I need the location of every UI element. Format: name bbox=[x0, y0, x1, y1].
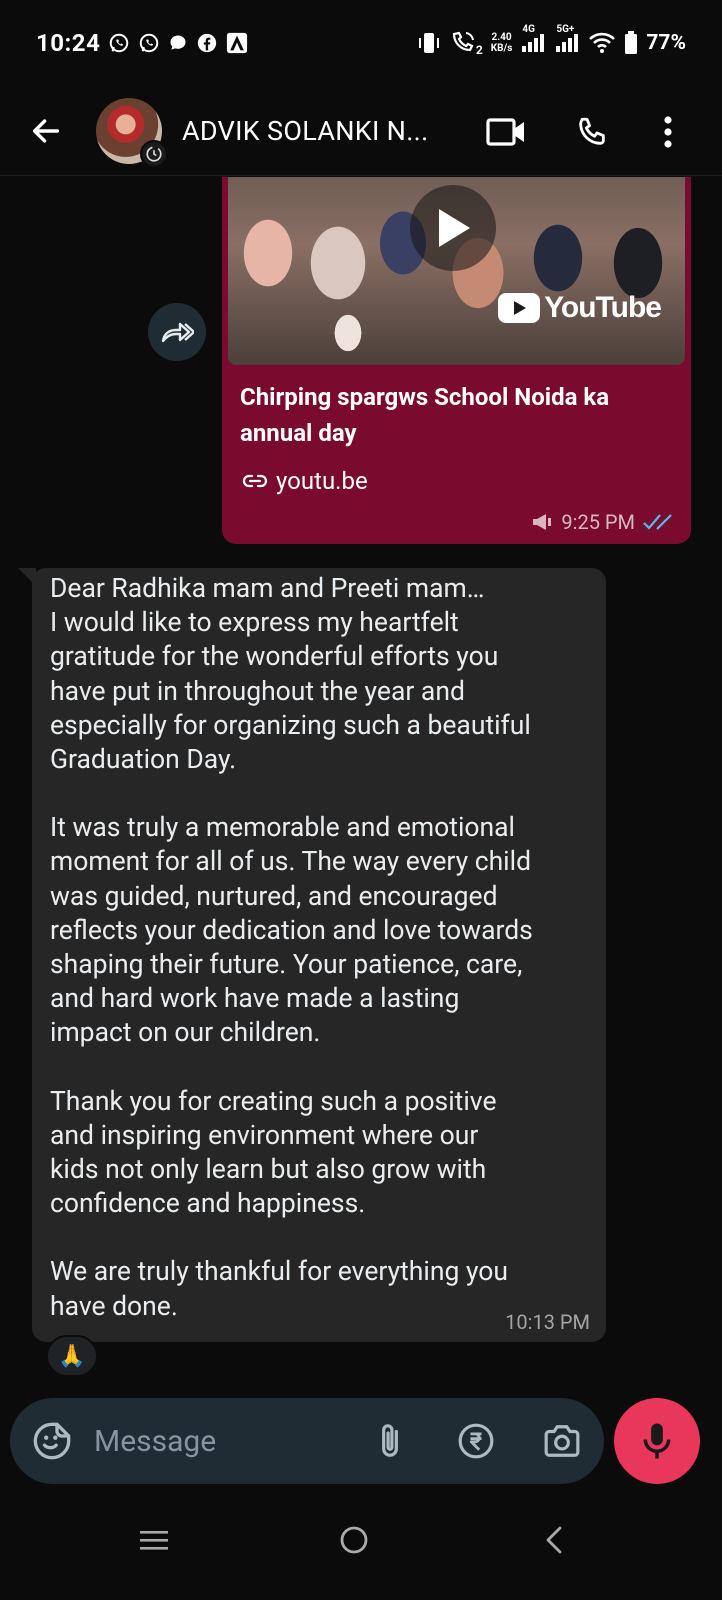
call-sim-number: 2 bbox=[475, 43, 483, 57]
signal-sim1-icon: 4G bbox=[520, 24, 546, 54]
status-left: 10:24 bbox=[36, 29, 248, 57]
disappearing-messages-badge-icon bbox=[140, 139, 168, 168]
whatsapp-notification-icon bbox=[108, 32, 130, 54]
read-receipt-double-check-icon bbox=[643, 514, 672, 530]
voice-call-button[interactable] bbox=[564, 104, 620, 160]
chat-header: ADVIK SOLANKI N... bbox=[0, 86, 722, 176]
outgoing-message-time: 9:25 PM bbox=[561, 510, 635, 534]
recents-menu-icon bbox=[140, 1531, 168, 1550]
back-arrow-icon bbox=[32, 118, 60, 143]
more-options-button[interactable] bbox=[640, 104, 696, 160]
incoming-message-time: 10:13 PM bbox=[505, 1310, 590, 1334]
app-a-notification-icon bbox=[226, 32, 248, 54]
youtube-wordmark: YouTube bbox=[544, 291, 662, 324]
folded-hands-emoji: 🙏 bbox=[58, 1343, 86, 1369]
battery-icon bbox=[624, 31, 638, 55]
chat-bubble-notification-icon bbox=[168, 33, 188, 53]
payment-button[interactable] bbox=[454, 1419, 498, 1463]
wifi-calling-icon: 2 bbox=[450, 29, 483, 57]
incoming-message-bubble[interactable]: Dear Radhika mam and Preeti mam… I would… bbox=[32, 568, 606, 1342]
sim2-network-label: 5G+ bbox=[556, 24, 575, 35]
attach-icon bbox=[382, 1424, 398, 1457]
contact-name[interactable]: ADVIK SOLANKI N... bbox=[182, 115, 472, 147]
home-circle-icon bbox=[340, 1526, 368, 1554]
network-speed-unit: KB/s bbox=[490, 43, 513, 54]
back-chevron-icon bbox=[546, 1526, 562, 1554]
message-paragraph-2: It was truly a memorable and emotional m… bbox=[50, 812, 533, 1049]
signal-sim2-icon: 5G+ bbox=[554, 24, 580, 54]
youtube-video-thumbnail[interactable]: YouTube bbox=[228, 177, 685, 365]
youtube-logo: YouTube bbox=[498, 291, 662, 325]
status-bar: 10:24 2 2.40 KB/s 4G 5G+ 77% bbox=[0, 0, 722, 86]
system-navigation-bar bbox=[0, 1490, 722, 1600]
network-speed: 2.40 KB/s bbox=[491, 32, 513, 54]
message-paragraph-1: Dear Radhika mam and Preeti mam… I would… bbox=[50, 573, 531, 776]
system-back-button[interactable] bbox=[524, 1510, 584, 1570]
camera-icon bbox=[544, 1425, 580, 1457]
home-button[interactable] bbox=[324, 1510, 384, 1570]
broadcast-megaphone-icon bbox=[533, 514, 552, 530]
link-icon bbox=[242, 474, 268, 488]
contact-avatar[interactable] bbox=[96, 97, 168, 168]
forward-share-icon bbox=[161, 322, 194, 343]
battery-percentage: 77% bbox=[646, 31, 686, 55]
link-preview-title[interactable]: Chirping spargws School Noida ka annual … bbox=[240, 379, 673, 451]
video-call-icon bbox=[486, 118, 524, 146]
forward-button[interactable] bbox=[148, 303, 206, 361]
youtube-play-box-icon bbox=[498, 293, 541, 323]
video-call-button[interactable] bbox=[478, 104, 534, 160]
rupee-payment-icon bbox=[458, 1423, 494, 1459]
microphone-icon bbox=[643, 1423, 671, 1459]
message-reaction[interactable]: 🙏 bbox=[46, 1335, 98, 1377]
camera-button[interactable] bbox=[540, 1419, 584, 1463]
message-input[interactable] bbox=[94, 1418, 354, 1464]
wifi-icon bbox=[588, 32, 616, 54]
play-button[interactable] bbox=[410, 185, 496, 271]
message-paragraph-3: Thank you for creating such a positive a… bbox=[50, 1085, 497, 1220]
message-list[interactable]: YouTube Chirping spargws School Noida ka… bbox=[0, 177, 722, 1399]
outgoing-message-bubble[interactable]: YouTube Chirping spargws School Noida ka… bbox=[222, 177, 691, 544]
voice-message-button[interactable] bbox=[614, 1398, 700, 1484]
outgoing-message-meta: 9:25 PM bbox=[531, 510, 673, 534]
sim1-network-label: 4G bbox=[522, 24, 535, 35]
vibrate-icon bbox=[416, 31, 442, 55]
link-preview-url[interactable]: youtu.be bbox=[242, 467, 673, 495]
play-icon bbox=[439, 209, 470, 247]
attach-button[interactable] bbox=[368, 1419, 412, 1463]
sticker-icon bbox=[33, 1422, 71, 1460]
whatsapp-notification-icon-2 bbox=[138, 32, 160, 54]
link-domain: youtu.be bbox=[276, 467, 368, 495]
phone-call-icon bbox=[579, 117, 605, 145]
status-time: 10:24 bbox=[36, 29, 101, 57]
sticker-button[interactable] bbox=[30, 1419, 74, 1463]
more-options-icon bbox=[664, 116, 672, 148]
whatsapp-chat-screen: 10:24 2 2.40 KB/s 4G 5G+ 77% ADVIK SOLAN… bbox=[0, 0, 722, 1600]
message-composer bbox=[10, 1398, 604, 1484]
status-right: 2 2.40 KB/s 4G 5G+ 77% bbox=[416, 24, 686, 57]
back-arrow-button[interactable] bbox=[16, 101, 76, 161]
network-speed-value: 2.40 bbox=[491, 32, 512, 43]
facebook-notification-icon bbox=[196, 32, 218, 54]
recents-button[interactable] bbox=[124, 1510, 184, 1570]
